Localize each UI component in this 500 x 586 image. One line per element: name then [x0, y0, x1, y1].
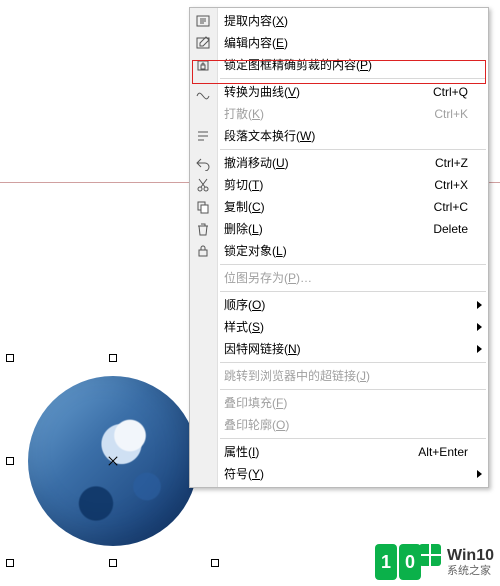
- menu-extract-content[interactable]: 提取内容(X): [190, 10, 488, 32]
- menu-separator: [220, 149, 486, 150]
- menu-symbol[interactable]: 符号(Y): [190, 463, 488, 485]
- cut-icon: [194, 176, 212, 194]
- site-logo: 1 0 Win10 系统之家: [375, 544, 494, 580]
- menu-shortcut: Ctrl+X: [434, 174, 468, 196]
- menu-shortcut: Delete: [433, 218, 468, 240]
- undo-icon: [194, 154, 212, 172]
- menu-item-label: 编辑内容(E): [224, 32, 288, 54]
- lock-crop-icon: [194, 56, 212, 74]
- menu-shortcut: Ctrl+Q: [433, 81, 468, 103]
- menu-item-label: 锁定图框精确剪裁的内容(P): [224, 54, 372, 76]
- menu-item-label: 位图另存为(P)…: [224, 267, 312, 289]
- menu-shortcut: Ctrl+K: [434, 103, 468, 125]
- menu-lock-object[interactable]: 锁定对象(L): [190, 240, 488, 262]
- menu-paragraph-wrap[interactable]: 段落文本换行(W): [190, 125, 488, 147]
- logo-line1: Win10: [447, 547, 494, 565]
- logo-digit-1: 1: [375, 544, 397, 580]
- submenu-arrow-icon: [477, 323, 482, 331]
- menu-overprint-outline[interactable]: 叠印轮廓(O): [190, 414, 488, 436]
- menu-item-label: 顺序(O): [224, 294, 265, 316]
- resize-handle-top-middle[interactable]: [109, 354, 117, 362]
- menu-properties[interactable]: 属性(I) Alt+Enter: [190, 441, 488, 463]
- curve-icon: [194, 83, 212, 101]
- menu-cut[interactable]: 剪切(T) Ctrl+X: [190, 174, 488, 196]
- resize-handle-top-left[interactable]: [6, 354, 14, 362]
- menu-item-label: 属性(I): [224, 441, 259, 463]
- selection-frame[interactable]: [10, 358, 215, 563]
- menu-item-label: 复制(C): [224, 196, 265, 218]
- menu-item-label: 符号(Y): [224, 463, 264, 485]
- submenu-arrow-icon: [477, 301, 482, 309]
- logo-text: Win10 系统之家: [447, 547, 494, 577]
- logo-badge: 1 0: [375, 544, 441, 580]
- extract-icon: [194, 12, 212, 30]
- menu-lock-powerclip-content[interactable]: 锁定图框精确剪裁的内容(P): [190, 54, 488, 76]
- menu-style[interactable]: 样式(S): [190, 316, 488, 338]
- menu-item-label: 撤消移动(U): [224, 152, 289, 174]
- selection-center-mark: [107, 455, 119, 467]
- menu-edit-content[interactable]: 编辑内容(E): [190, 32, 488, 54]
- delete-icon: [194, 220, 212, 238]
- menu-overprint-fill[interactable]: 叠印填充(F): [190, 392, 488, 414]
- lock-icon: [194, 242, 212, 260]
- menu-item-label: 转换为曲线(V): [224, 81, 300, 103]
- menu-separator: [220, 438, 486, 439]
- menu-delete[interactable]: 删除(L) Delete: [190, 218, 488, 240]
- logo-line2: 系统之家: [447, 565, 494, 577]
- menu-shortcut: Ctrl+C: [434, 196, 468, 218]
- logo-digit-0: 0: [399, 544, 421, 580]
- menu-item-label: 打散(K): [224, 103, 264, 125]
- edit-icon: [194, 34, 212, 52]
- menu-item-label: 提取内容(X): [224, 10, 288, 32]
- menu-separator: [220, 264, 486, 265]
- menu-separator: [220, 362, 486, 363]
- resize-handle-bottom-right[interactable]: [211, 559, 219, 567]
- menu-item-label: 跳转到浏览器中的超链接(J): [224, 365, 370, 387]
- wrap-icon: [194, 127, 212, 145]
- menu-item-label: 锁定对象(L): [224, 240, 287, 262]
- menu-item-label: 因特网链接(N): [224, 338, 301, 360]
- menu-internet-link[interactable]: 因特网链接(N): [190, 338, 488, 360]
- menu-break-apart[interactable]: 打散(K) Ctrl+K: [190, 103, 488, 125]
- menu-undo-move[interactable]: 撤消移动(U) Ctrl+Z: [190, 152, 488, 174]
- resize-handle-middle-left[interactable]: [6, 457, 14, 465]
- resize-handle-bottom-middle[interactable]: [109, 559, 117, 567]
- menu-convert-to-curves[interactable]: 转换为曲线(V) Ctrl+Q: [190, 81, 488, 103]
- context-menu: 提取内容(X) 编辑内容(E) 锁定图框精确剪裁的内容(P) 转换为曲线(V) …: [189, 7, 489, 488]
- menu-item-label: 段落文本换行(W): [224, 125, 315, 147]
- menu-order[interactable]: 顺序(O): [190, 294, 488, 316]
- submenu-arrow-icon: [477, 345, 482, 353]
- menu-save-bitmap-as[interactable]: 位图另存为(P)…: [190, 267, 488, 289]
- submenu-arrow-icon: [477, 470, 482, 478]
- menu-separator: [220, 291, 486, 292]
- menu-item-label: 叠印轮廓(O): [224, 414, 289, 436]
- copy-icon: [194, 198, 212, 216]
- menu-item-label: 样式(S): [224, 316, 264, 338]
- resize-handle-bottom-left[interactable]: [6, 559, 14, 567]
- menu-item-label: 删除(L): [224, 218, 263, 240]
- menu-separator: [220, 389, 486, 390]
- menu-item-label: 剪切(T): [224, 174, 263, 196]
- menu-jump-to-hyperlink[interactable]: 跳转到浏览器中的超链接(J): [190, 365, 488, 387]
- menu-shortcut: Alt+Enter: [418, 441, 468, 463]
- menu-separator: [220, 78, 486, 79]
- menu-shortcut: Ctrl+Z: [435, 152, 468, 174]
- windows-flag-icon: [419, 544, 441, 566]
- menu-copy[interactable]: 复制(C) Ctrl+C: [190, 196, 488, 218]
- menu-item-label: 叠印填充(F): [224, 392, 287, 414]
